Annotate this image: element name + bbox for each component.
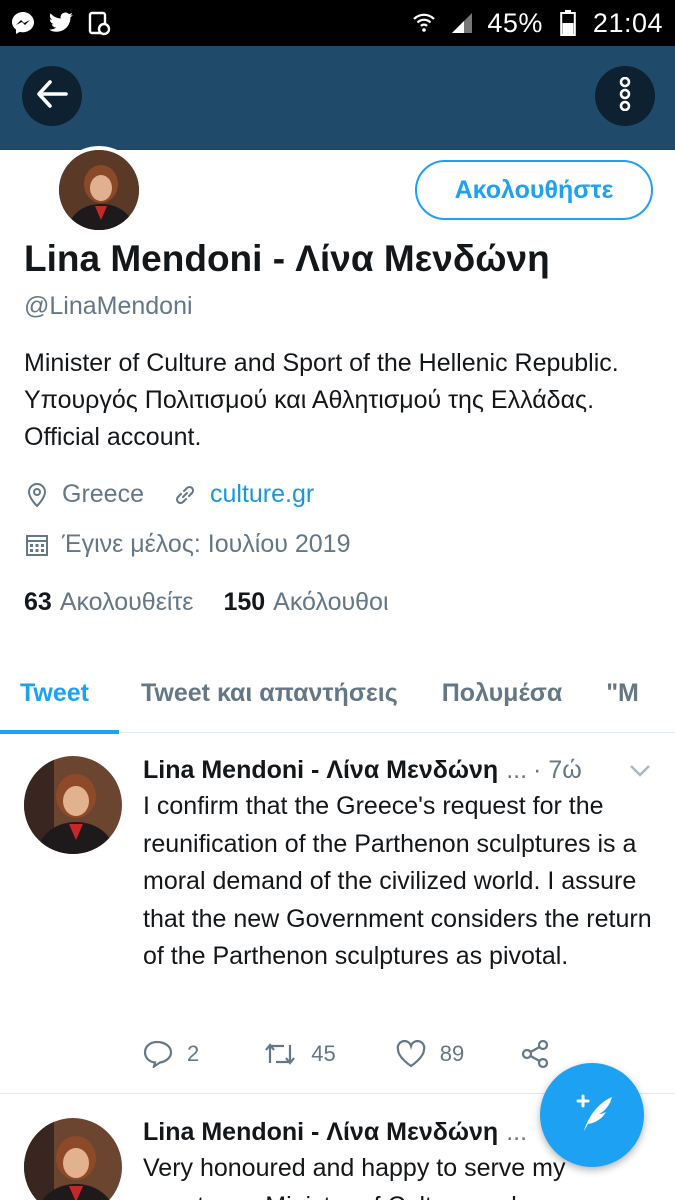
profile-handle: @LinaMendoni (24, 292, 193, 320)
tweet-author[interactable]: Lina Mendoni - Λίνα Μενδώνη (143, 1118, 498, 1147)
following-label: Ακολουθείτε (59, 588, 194, 616)
retweet-button[interactable]: 45 (263, 1041, 336, 1067)
reply-icon (143, 1040, 173, 1068)
profile-location-row: Greece culture.gr (24, 480, 314, 509)
tweet[interactable]: Lina Mendoni - Λίνα Μενδώνη ... · 7ώ I c… (0, 734, 675, 1094)
like-count: 89 (439, 1041, 465, 1066)
more-vertical-icon (618, 76, 632, 116)
retweet-count: 45 (311, 1041, 336, 1066)
compose-tweet-button[interactable] (540, 1063, 644, 1167)
tab-tweets[interactable]: Tweet (0, 655, 119, 734)
tweet-avatar[interactable] (24, 1118, 122, 1200)
following-stat[interactable]: 63 Ακολουθείτε (24, 588, 193, 617)
messenger-icon (10, 10, 36, 36)
tweet-author[interactable]: Lina Mendoni - Λίνα Μενδώνη (143, 756, 498, 785)
compose-tweet-icon (566, 1087, 618, 1144)
like-button[interactable]: 89 (396, 1040, 464, 1068)
tweet-handle-truncated: ... (506, 756, 528, 784)
location-pin-icon (24, 482, 50, 508)
wifi-icon (411, 10, 437, 36)
link-icon (172, 482, 198, 508)
tweet-actions: 2 45 89 (143, 1039, 550, 1069)
profile-name: Lina Mendoni - Λίνα Μενδώνη (24, 238, 550, 279)
reply-button[interactable]: 2 (143, 1040, 199, 1068)
status-bar: 45% 21:04 (0, 0, 675, 46)
chevron-down-icon[interactable] (625, 759, 655, 783)
tab-media[interactable]: Πολυμέσα (442, 655, 562, 733)
followers-label: Ακόλουθοι (273, 588, 389, 616)
tweet-handle-truncated: ... (506, 1118, 528, 1146)
profile-avatar[interactable] (55, 146, 143, 234)
reply-count: 2 (187, 1041, 200, 1066)
twitter-profile-screen: 45% 21:04 Ακολουθήστε Lina Mendoni - Λίν… (0, 0, 675, 1200)
tab-likes[interactable]: "M (606, 655, 639, 733)
arrow-left-icon (36, 79, 68, 113)
back-button[interactable] (22, 66, 82, 126)
followers-count: 150 (223, 588, 266, 616)
followers-stat[interactable]: 150 Ακόλουθοι (223, 588, 388, 617)
calendar-icon (24, 532, 50, 558)
app-bar (0, 46, 675, 150)
heart-icon (396, 1040, 426, 1068)
profile-stats: 63 Ακολουθείτε 150 Ακόλουθοι (24, 588, 389, 617)
notification-icon (86, 10, 112, 36)
profile-joined: Έγινε μέλος: Ιουλίου 2019 (62, 530, 351, 558)
profile-location: Greece (62, 480, 144, 508)
profile-joined-row: Έγινε μέλος: Ιουλίου 2019 (24, 530, 350, 559)
tweet-avatar[interactable] (24, 756, 122, 854)
more-options-button[interactable] (595, 66, 655, 126)
profile-website-link[interactable]: culture.gr (210, 480, 314, 509)
tweet-header: Lina Mendoni - Λίνα Μενδώνη ... · 7ώ (143, 756, 655, 785)
twitter-icon (48, 10, 74, 36)
battery-icon (555, 10, 581, 36)
tweet-text: I confirm that the Greece's request for … (143, 792, 652, 970)
share-button[interactable] (520, 1039, 550, 1069)
profile-bio: Minister of Culture and Sport of the Hel… (24, 349, 619, 451)
tab-tweets-and-replies[interactable]: Tweet και απαντήσεις (141, 655, 398, 733)
profile-tabs: Tweet Tweet και απαντήσεις Πολυμέσα "M (0, 655, 675, 734)
tweet-time: · 7ώ (533, 756, 582, 784)
follow-button[interactable]: Ακολουθήστε (415, 160, 653, 220)
following-count: 63 (24, 588, 52, 616)
signal-icon (449, 10, 475, 36)
clock: 21:04 (592, 7, 663, 38)
share-icon (520, 1039, 550, 1069)
retweet-icon (263, 1041, 297, 1067)
battery-percent: 45% (487, 7, 543, 38)
